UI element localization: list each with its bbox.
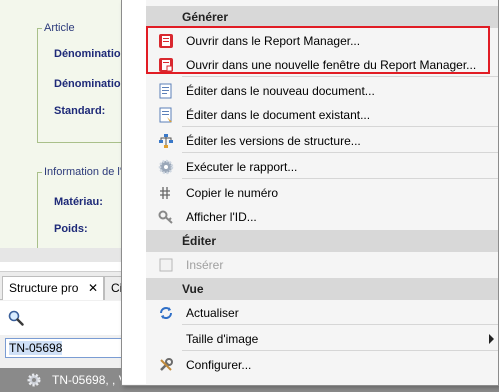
tab-structure[interactable]: Structure pro ✕ (2, 276, 104, 300)
search-input[interactable]: TN-05698 (5, 338, 125, 358)
section-editer: Éditer (146, 230, 498, 252)
poids-label: Poids: (54, 223, 88, 235)
info-group-title: Information de l'a (44, 166, 121, 178)
section-vue: Vue (146, 278, 498, 300)
insert-icon (159, 258, 173, 272)
denomination-label-2: Dénomination (54, 78, 121, 90)
search-input-value: TN-05698 (9, 341, 63, 355)
tab-structure-label: Structure pro (9, 281, 79, 295)
refresh-icon (160, 307, 172, 319)
existing-document-icon (159, 107, 172, 123)
menu-separator (182, 178, 498, 179)
materiau-label: Matériau: (54, 196, 103, 208)
menu-item-executer-rapport[interactable]: Exécuter le rapport... (146, 154, 498, 180)
menu-item-afficher-id[interactable]: Afficher l'ID... (146, 204, 498, 230)
structure-versions-icon (159, 134, 173, 148)
menu-separator (182, 76, 498, 77)
hash-icon (160, 187, 170, 199)
article-group-title: Article (44, 22, 75, 34)
menu-item-label: Copier le numéro (186, 186, 279, 200)
menu-item-label: Afficher l'ID... (186, 210, 257, 224)
menu-item-label: Insérer (186, 258, 224, 272)
key-icon (158, 210, 173, 224)
menu-item-label: Éditer les versions de structure... (186, 134, 361, 148)
menu-item-actualiser[interactable]: Actualiser (146, 300, 498, 326)
menu-item-editer-nouveau-document[interactable]: Éditer dans le nouveau document... (146, 78, 498, 104)
menu-item-copier-numero[interactable]: Copier le numéro (146, 180, 498, 206)
menu-item-configurer[interactable]: Configurer... (146, 352, 498, 378)
denomination-label-1: Dénomination (54, 48, 121, 60)
tools-icon (160, 358, 173, 371)
menu-separator (182, 350, 498, 351)
menu-item-taille-image[interactable]: Taille d'image (146, 326, 498, 352)
menu-item-editer-versions-structure[interactable]: Éditer les versions de structure... (146, 128, 498, 154)
menu-separator (182, 152, 498, 153)
menu-item-label: Configurer... (186, 358, 252, 372)
menu-item-label: Actualiser (186, 306, 239, 320)
menu-separator (182, 324, 498, 325)
search-icon[interactable] (8, 310, 24, 326)
section-generer: Générer (146, 6, 498, 28)
menu-item-label: Exécuter le rapport... (186, 160, 298, 174)
menu-item-label: Éditer dans le nouveau document... (186, 84, 375, 98)
menu-item-label: Taille d'image (186, 332, 259, 346)
menu-separator (182, 126, 498, 127)
menu-item-editer-document-existant[interactable]: Éditer dans le document existant... (146, 102, 498, 128)
close-icon[interactable]: ✕ (88, 281, 98, 295)
menu-item-inserer: Insérer (146, 252, 498, 278)
menu-item-label: Éditer dans le document existant... (186, 108, 371, 122)
highlight-annotation (146, 26, 490, 74)
submenu-arrow-icon (489, 334, 494, 344)
menu-gutter (122, 0, 146, 384)
standard-label: Standard: (54, 105, 106, 117)
gear-icon (27, 373, 41, 387)
run-report-icon (158, 159, 174, 175)
new-document-icon (159, 83, 172, 99)
